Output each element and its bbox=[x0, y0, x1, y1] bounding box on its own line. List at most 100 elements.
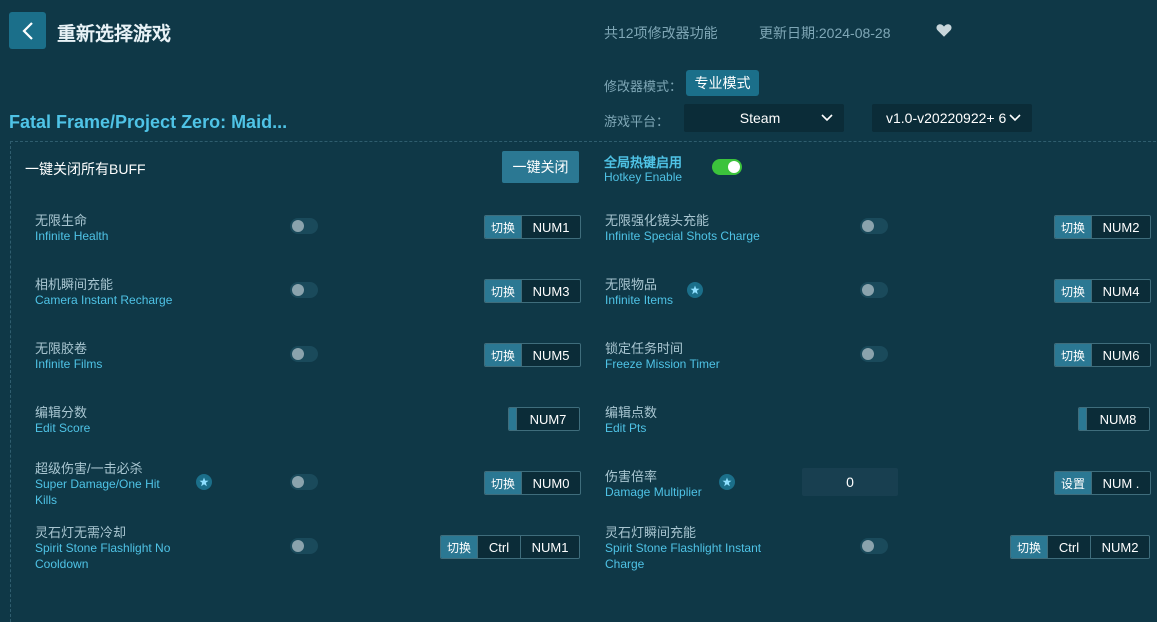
version-select[interactable]: v1.0-v20220922+ 6 bbox=[872, 104, 1032, 132]
action-label: 切换 bbox=[485, 344, 522, 366]
feature-count: 共12项修改器功能 bbox=[604, 25, 718, 41]
key-label: NUM6 bbox=[1091, 344, 1151, 366]
hotkey-group[interactable]: 切换 NUM4 bbox=[1054, 279, 1152, 303]
cheat-name-cn: 超级伤害/一击必杀 bbox=[35, 461, 143, 476]
cheat-name-en: Infinite Films bbox=[35, 357, 103, 371]
toggle-knob bbox=[292, 476, 304, 488]
action-marker bbox=[1079, 408, 1086, 430]
toggle-knob bbox=[862, 220, 874, 232]
key-label: NUM2 bbox=[1090, 536, 1150, 558]
key-label: Ctrl bbox=[477, 536, 521, 558]
key-label: Ctrl bbox=[1047, 536, 1091, 558]
toggle-knob bbox=[862, 540, 874, 552]
cheat-toggle-flashlight-charge[interactable] bbox=[860, 538, 888, 554]
platform-value: Steam bbox=[739, 110, 781, 126]
key-label: NUM2 bbox=[1091, 216, 1151, 238]
cheat-toggle-special-shots[interactable] bbox=[860, 218, 888, 234]
heart-icon[interactable] bbox=[935, 21, 953, 39]
key-label: NUM7 bbox=[516, 408, 579, 430]
update-date: 更新日期:2024-08-28 bbox=[759, 25, 891, 41]
star-icon bbox=[196, 474, 212, 490]
cheat-name-cn: 无限胶卷 bbox=[35, 341, 88, 356]
cheat-toggle-infinite-films[interactable] bbox=[290, 346, 318, 362]
star-icon bbox=[719, 474, 735, 490]
toggle-knob bbox=[728, 161, 740, 173]
game-title: Fatal Frame/Project Zero: Maid... bbox=[9, 112, 288, 132]
version-value: v1.0-v20220922+ 6 bbox=[886, 110, 1007, 126]
hotkey-group[interactable]: 切换 NUM5 bbox=[484, 343, 582, 367]
cheat-toggle-freeze-timer[interactable] bbox=[860, 346, 888, 362]
mode-button[interactable]: 专业模式 bbox=[686, 70, 759, 96]
cheat-name-en: Infinite Special Shots Charge bbox=[605, 229, 760, 243]
cheat-toggle-infinite-items[interactable] bbox=[860, 282, 888, 298]
hotkey-label-cn: 全局热键启用 bbox=[604, 155, 683, 170]
platform-select[interactable]: Steam bbox=[684, 104, 844, 132]
cheat-name-cn: 灵石灯瞬间充能 bbox=[605, 525, 697, 540]
hotkey-group[interactable]: 切换 NUM1 bbox=[484, 215, 582, 239]
toggle-knob bbox=[292, 220, 304, 232]
hotkey-group[interactable]: NUM7 bbox=[508, 407, 580, 431]
cheat-name-en: Edit Score bbox=[35, 421, 91, 435]
key-label: NUM5 bbox=[521, 344, 581, 366]
cheat-name-en: Spirit Stone Flashlight No Cooldown bbox=[35, 541, 171, 571]
hotkey-group[interactable]: 切换 Ctrl NUM1 bbox=[440, 535, 581, 559]
key-label: NUM . bbox=[1091, 472, 1151, 494]
action-label: 切换 bbox=[1055, 344, 1092, 366]
cheat-name-en: Camera Instant Recharge bbox=[35, 293, 173, 307]
cheat-name-cn: 编辑点数 bbox=[605, 405, 658, 420]
cheat-name-cn: 相机瞬间充能 bbox=[35, 277, 114, 292]
cheat-name-cn: 无限生命 bbox=[35, 213, 88, 228]
star-icon bbox=[687, 282, 703, 298]
cheat-toggle-camera-recharge[interactable] bbox=[290, 282, 318, 298]
action-label: 切换 bbox=[441, 536, 478, 558]
hotkey-toggle[interactable] bbox=[712, 159, 742, 175]
all-buff-label: 一键关闭所有BUFF bbox=[25, 161, 146, 177]
key-label: NUM1 bbox=[520, 536, 580, 558]
toggle-knob bbox=[292, 284, 304, 296]
cheat-name-en: Damage Multiplier bbox=[605, 485, 702, 499]
cheat-name-cn: 无限物品 bbox=[605, 277, 658, 292]
cheat-name-cn: 灵石灯无需冷却 bbox=[35, 525, 127, 540]
action-label: 切换 bbox=[485, 216, 522, 238]
hotkey-group[interactable]: 切换 NUM2 bbox=[1054, 215, 1152, 239]
cheat-toggle-flashlight-cooldown[interactable] bbox=[290, 538, 318, 554]
action-label: 设置 bbox=[1055, 472, 1092, 494]
key-label: NUM3 bbox=[521, 280, 581, 302]
close-all-button[interactable]: 一键关闭 bbox=[502, 151, 579, 183]
cheat-name-en: Edit Pts bbox=[605, 421, 647, 435]
hotkey-group[interactable]: 切换 NUM0 bbox=[484, 471, 582, 495]
cheat-name-cn: 锁定任务时间 bbox=[605, 341, 684, 356]
chevron-left-icon bbox=[21, 21, 33, 40]
action-marker bbox=[509, 408, 516, 430]
cheat-name-en: Infinite Health bbox=[35, 229, 109, 243]
hotkey-label-en: Hotkey Enable bbox=[604, 170, 683, 184]
cheat-name-en: Freeze Mission Timer bbox=[605, 357, 720, 371]
platform-label: 游戏平台： bbox=[604, 114, 670, 129]
hotkey-group[interactable]: NUM8 bbox=[1078, 407, 1150, 431]
cheat-name-cn: 伤害倍率 bbox=[605, 469, 658, 484]
key-label: NUM0 bbox=[521, 472, 581, 494]
damage-multiplier-input[interactable]: 0 bbox=[802, 468, 898, 496]
mode-label: 修改器模式： bbox=[604, 79, 683, 94]
toggle-knob bbox=[862, 348, 874, 360]
key-label: NUM4 bbox=[1091, 280, 1151, 302]
cheat-toggle-super-damage[interactable] bbox=[290, 474, 318, 490]
cheat-name-en: Super Damage/One Hit Kills bbox=[35, 477, 160, 507]
hotkey-group[interactable]: 设置 NUM . bbox=[1054, 471, 1152, 495]
action-label: 切换 bbox=[1011, 536, 1048, 558]
page-title: 重新选择游戏 bbox=[57, 24, 172, 45]
action-label: 切换 bbox=[1055, 216, 1092, 238]
chevron-down-icon bbox=[1008, 114, 1022, 122]
cheat-toggle-infinite-health[interactable] bbox=[290, 218, 318, 234]
hotkey-group[interactable]: 切换 Ctrl NUM2 bbox=[1010, 535, 1151, 559]
action-label: 切换 bbox=[485, 472, 522, 494]
key-label: NUM8 bbox=[1086, 408, 1149, 430]
hotkey-group[interactable]: 切换 NUM3 bbox=[484, 279, 582, 303]
back-button[interactable] bbox=[9, 12, 46, 49]
toggle-knob bbox=[862, 284, 874, 296]
cheat-name-cn: 编辑分数 bbox=[35, 405, 88, 420]
cheat-name-en: Spirit Stone Flashlight Instant Charge bbox=[605, 541, 762, 571]
cheat-name-cn: 无限强化镜头充能 bbox=[605, 213, 710, 228]
toggle-knob bbox=[292, 348, 304, 360]
hotkey-group[interactable]: 切换 NUM6 bbox=[1054, 343, 1152, 367]
